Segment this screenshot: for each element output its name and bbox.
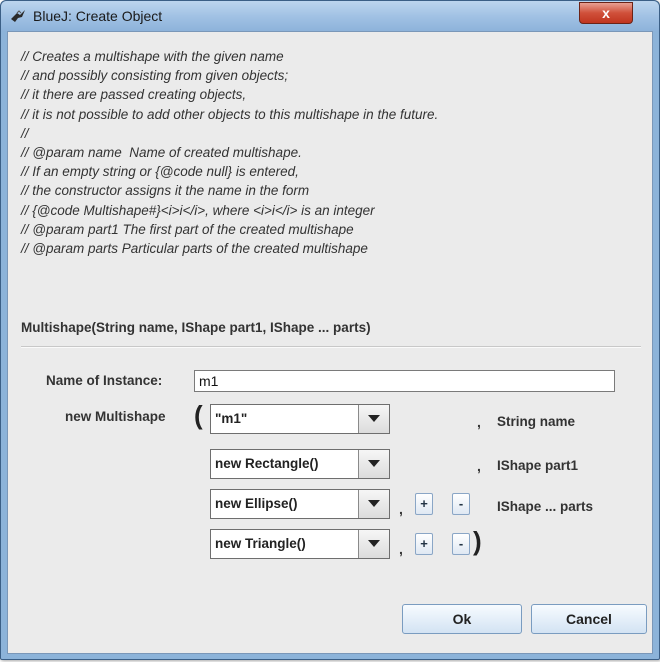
cancel-button[interactable]: Cancel bbox=[531, 604, 647, 634]
instance-name-label: Name of Instance: bbox=[46, 373, 163, 388]
param-parts-value: new Ellipse() bbox=[215, 496, 298, 511]
constructor-signature: Multishape(String name, IShape part1, IS… bbox=[21, 320, 371, 335]
doc-comment: // Creates a multishape with the given n… bbox=[21, 47, 621, 258]
param-type-label: IShape ... parts bbox=[497, 499, 594, 514]
comment-line: // it is not possible to add other objec… bbox=[21, 106, 439, 122]
chevron-down-icon bbox=[368, 540, 380, 547]
param-part1-value: new Rectangle() bbox=[215, 456, 319, 471]
dropdown-button[interactable] bbox=[358, 490, 389, 518]
comment-line: // @param parts Particular parts of the … bbox=[21, 240, 368, 256]
add-param-button[interactable]: + bbox=[415, 533, 433, 555]
param-parts-combo[interactable]: new Ellipse() bbox=[210, 489, 390, 519]
separator bbox=[21, 346, 641, 348]
instance-name-input[interactable] bbox=[194, 370, 615, 392]
comma: , bbox=[399, 541, 403, 557]
create-object-dialog: BlueJ: Create Object x // Creates a mult… bbox=[0, 0, 660, 660]
chevron-down-icon bbox=[368, 500, 380, 507]
window-title: BlueJ: Create Object bbox=[33, 8, 163, 24]
comma: , bbox=[477, 414, 481, 430]
param-type-label: IShape part1 bbox=[497, 458, 579, 473]
param-extra-value: new Triangle() bbox=[215, 536, 306, 551]
param-name-value: "m1" bbox=[215, 411, 248, 426]
param-type-label: String name bbox=[497, 414, 576, 429]
dropdown-button[interactable] bbox=[358, 450, 389, 478]
constructor-label: new Multishape bbox=[65, 409, 166, 424]
comma: , bbox=[477, 458, 481, 474]
chevron-down-icon bbox=[368, 460, 380, 467]
chevron-down-icon bbox=[368, 415, 380, 422]
close-button[interactable]: x bbox=[579, 2, 633, 24]
comment-line: // Creates a multishape with the given n… bbox=[21, 49, 284, 64]
comment-line: // @param part1 The first part of the cr… bbox=[21, 221, 354, 237]
dropdown-button[interactable] bbox=[358, 405, 389, 433]
ok-button[interactable]: Ok bbox=[402, 604, 522, 634]
close-icon: x bbox=[602, 5, 610, 21]
dropdown-button[interactable] bbox=[358, 530, 389, 558]
comment-line: // it there are passed creating objects, bbox=[21, 87, 247, 103]
param-extra-combo[interactable]: new Triangle() bbox=[210, 529, 390, 559]
comment-line: // @param name Name of created multishap… bbox=[21, 144, 302, 160]
bluej-bird-icon bbox=[11, 10, 25, 22]
close-paren: ) bbox=[473, 526, 482, 556]
comma: , bbox=[399, 501, 403, 517]
comment-line: // the constructor assigns it the name i… bbox=[21, 183, 310, 199]
remove-param-button[interactable]: - bbox=[452, 533, 470, 555]
open-paren: ( bbox=[194, 400, 203, 430]
title-bar[interactable]: BlueJ: Create Object x bbox=[1, 1, 659, 31]
param-part1-combo[interactable]: new Rectangle() bbox=[210, 449, 390, 479]
comment-line: // bbox=[21, 125, 29, 141]
param-name-combo[interactable]: "m1" bbox=[210, 404, 390, 434]
comment-line: // and possibly consisting from given ob… bbox=[21, 68, 289, 84]
remove-param-button[interactable]: - bbox=[452, 493, 470, 515]
comment-line: // {@code Multishape#}<i>i</i>, where <i… bbox=[21, 202, 375, 218]
comment-line: // If an empty string or {@code null} is… bbox=[21, 164, 299, 180]
add-param-button[interactable]: + bbox=[415, 493, 433, 515]
